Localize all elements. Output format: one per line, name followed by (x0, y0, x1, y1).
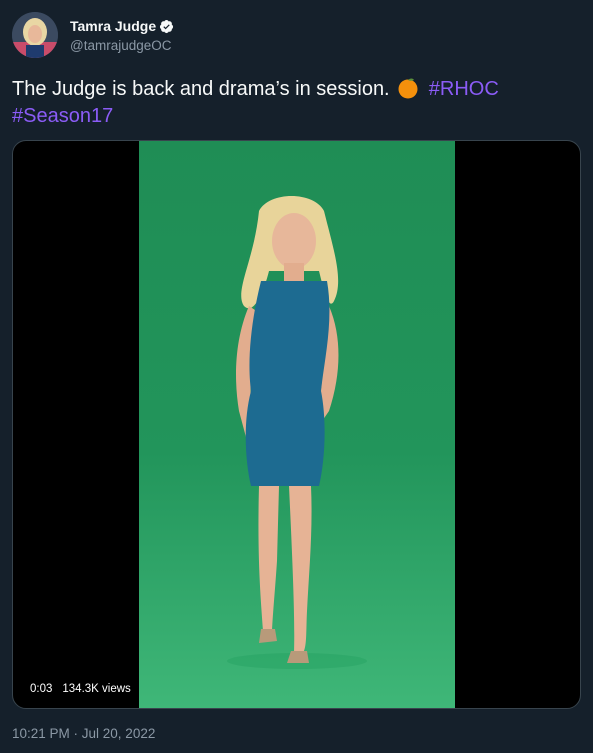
author-handle[interactable]: @tamrajudgeOC (70, 38, 174, 53)
hashtag-rhoc[interactable]: #RHOC (429, 78, 499, 100)
avatar[interactable] (12, 12, 58, 58)
author-info: Tamra Judge @tamrajudgeOC (70, 18, 174, 53)
orange-emoji-icon (397, 77, 419, 99)
video-player[interactable]: 0:03 134.3K views (12, 140, 581, 709)
video-frame (139, 141, 455, 708)
video-elapsed-time: 0:03 (30, 682, 53, 695)
tweet-text: The Judge is back and drama’s in session… (12, 76, 572, 130)
display-name-text: Tamra Judge (70, 18, 157, 34)
verified-badge-icon (159, 19, 174, 34)
display-name[interactable]: Tamra Judge (70, 18, 174, 34)
tweet-timestamp[interactable]: 10:21 PM · Jul 20, 2022 (12, 726, 155, 741)
tweet-header: Tamra Judge @tamrajudgeOC (12, 12, 572, 62)
video-view-count: 134.3K views (62, 682, 131, 695)
hashtag-season17[interactable]: #Season17 (12, 105, 113, 127)
video-overlay: 0:03 134.3K views (26, 680, 135, 697)
video-still-image (227, 196, 367, 669)
tweet-body: The Judge is back and drama’s in session… (12, 78, 390, 100)
